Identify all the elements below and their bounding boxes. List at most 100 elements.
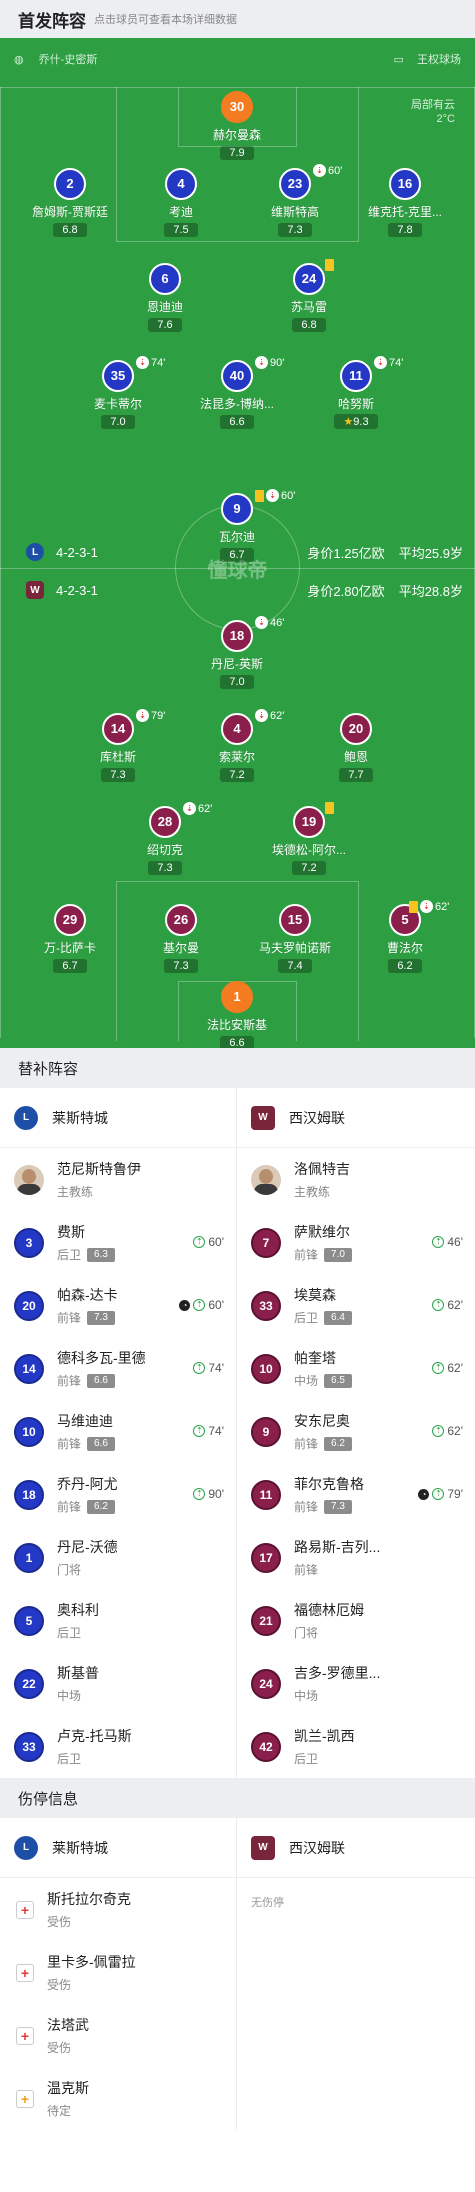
player-position: 后卫 [57, 1248, 82, 1262]
sub-player-row[interactable]: 1 丹尼-沃德 门将 [0, 1526, 236, 1589]
home-injury-column: L 莱斯特城 + 斯托拉尔奇克 受伤 + 里卡多-佩雷拉 受伤 + 法塔武 受伤 + 温克斯 待定 [0, 1818, 237, 2130]
player-home-dm2[interactable]: 24 苏马雷 6.8 [253, 259, 365, 333]
westham-badge-icon: W [26, 581, 44, 599]
player-name: 温克斯 [47, 2080, 89, 2096]
sub-off-icon: ⇣ [136, 709, 149, 722]
player-away-dm1[interactable]: 28 ⇣ 62' 绍切克 7.3 [109, 802, 221, 876]
home-coach[interactable]: 范尼斯特鲁伊 主教练 [0, 1148, 236, 1211]
sub-player-row[interactable]: 9 安东尼奥 前锋 6.2 ⇡ 62' [237, 1400, 475, 1463]
player-name: 凯兰-凯西 [294, 1728, 355, 1744]
sub-player-row[interactable]: 10 帕奎塔 中场 6.5 ⇡ 62' [237, 1337, 475, 1400]
player-home-dm1[interactable]: 6 恩迪迪 7.6 [109, 263, 221, 333]
sub-on-icon: ⇡ [193, 1425, 206, 1437]
away-team-row: W 西汉姆联 [237, 1818, 475, 1878]
shirt-number: 4 [165, 168, 197, 200]
injury-row[interactable]: + 法塔武 受伤 [0, 2004, 236, 2067]
referee: ◍ 乔什-史密斯 [14, 54, 98, 66]
sub-on-icon: ⇡ [432, 1425, 445, 1437]
sub-off-icon: ⇣ [266, 489, 279, 502]
sub-event: ⇡ 74' [193, 1424, 224, 1438]
shirt-number: 17 [251, 1542, 281, 1573]
player-away-am3[interactable]: 20 鲍恩 7.7 [300, 713, 412, 783]
sub-event: ⇡ 62' [432, 1424, 463, 1438]
sub-event: ⇡ 90' [193, 1487, 224, 1501]
player-name: 赫尔曼森 [212, 128, 261, 142]
player-rating: 7.9 [220, 146, 254, 160]
player-away-rb[interactable]: 29 万-比萨卡 6.7 [14, 904, 126, 974]
player-name: 卢克-托马斯 [57, 1728, 132, 1744]
leicester-badge-icon: L [14, 1105, 38, 1130]
shirt-number: 9 [221, 493, 253, 525]
player-home-cb2[interactable]: 23 ⇣ 60' 维斯特高 7.3 [239, 164, 351, 238]
sub-event: ◔ ⇡ 79' [418, 1487, 463, 1501]
sub-player-row[interactable]: 3 费斯 后卫 6.3 ⇡ 60' [0, 1211, 236, 1274]
away-subs-column: W 西汉姆联 洛佩特吉 主教练 7 萨默维尔 前锋 7.0 ⇡ 46' 33 埃莫森 后卫 6.4 ⇡ 6… [237, 1088, 475, 1778]
player-away-am2[interactable]: 4 ⇣ 62' 索莱尔 7.2 [181, 709, 293, 783]
sub-player-row[interactable]: 18 乔丹-阿尤 前锋 6.2 ⇡ 90' [0, 1463, 236, 1526]
sub-player-row[interactable]: 10 马维迪迪 前锋 6.6 ⇡ 74' [0, 1400, 236, 1463]
player-rating: 6.6 [220, 1036, 254, 1048]
sub-player-row[interactable]: 21 福德林厄姆 门将 [237, 1589, 475, 1652]
player-home-rb[interactable]: 2 詹姆斯-贾斯廷 6.8 [14, 168, 126, 238]
player-rating: 7.3 [278, 223, 312, 237]
player-home-gk[interactable]: 30 赫尔曼森 7.9 [181, 91, 293, 161]
player-away-dm2[interactable]: 19 埃德松-阿尔... 7.2 [253, 802, 365, 876]
player-name: 安东尼奥 [294, 1413, 350, 1429]
player-name: 万-比萨卡 [44, 941, 96, 955]
player-home-lb[interactable]: 16 维克托-克里... 7.8 [349, 168, 461, 238]
sub-player-row[interactable]: 33 卢克-托马斯 后卫 [0, 1715, 236, 1778]
player-rating: 6.6 [220, 415, 254, 429]
player-name: 萨默维尔 [294, 1224, 350, 1240]
player-home-am2[interactable]: 40 ⇣ 90' 法昆多-博纳... 6.6 [181, 356, 293, 430]
sub-event: ⇣ 62' [255, 709, 284, 722]
player-away-cb2[interactable]: 15 马夫罗帕诺斯 7.4 [239, 904, 351, 974]
whistle-icon: ◍ [14, 54, 24, 66]
player-home-cb1[interactable]: 4 考迪 7.5 [125, 168, 237, 238]
sub-player-row[interactable]: 17 路易斯-吉列... 前锋 [237, 1526, 475, 1589]
medical-kit-icon: + [16, 2026, 34, 2045]
injury-status: 受伤 [47, 1915, 72, 1929]
sub-player-row[interactable]: 11 菲尔克鲁格 前锋 7.3 ◔ ⇡ 79' [237, 1463, 475, 1526]
player-home-am3[interactable]: 11 ⇣ 74' 哈努斯 ★9.3 [300, 356, 412, 430]
sub-player-row[interactable]: 22 斯基普 中场 [0, 1652, 236, 1715]
player-name: 路易斯-吉列... [294, 1539, 381, 1555]
player-away-gk[interactable]: 1 法比安斯基 6.6 [181, 981, 293, 1048]
player-away-lb[interactable]: 5 ⇣ 62' 曹法尔 6.2 [349, 900, 461, 974]
injury-row[interactable]: + 斯托拉尔奇克 受伤 [0, 1878, 236, 1941]
player-name: 法比安斯基 [206, 1018, 267, 1032]
sub-player-row[interactable]: 24 吉多-罗德里... 中场 [237, 1652, 475, 1715]
player-name: 埃莫森 [294, 1287, 336, 1303]
goal-icon: ◔ [418, 1488, 430, 1500]
sub-off-icon: ⇣ [255, 356, 268, 369]
player-name: 德科多瓦-里德 [57, 1350, 146, 1366]
sub-player-row[interactable]: 42 凯兰-凯西 后卫 [237, 1715, 475, 1778]
player-rating: 6.7 [53, 959, 87, 973]
injury-row[interactable]: + 里卡多-佩雷拉 受伤 [0, 1941, 236, 2004]
weather-label: 局部有云 [411, 99, 455, 111]
weather: 局部有云 2°C [411, 98, 455, 126]
shirt-number: 14 [14, 1353, 44, 1384]
injury-section-title: 伤停信息 [0, 1778, 475, 1818]
injury-row[interactable]: + 温克斯 待定 [0, 2067, 236, 2130]
shirt-number: 19 [293, 806, 325, 838]
shirt-number: 11 [340, 360, 372, 392]
player-name: 瓦尔迪 [218, 530, 255, 544]
player-away-cb1[interactable]: 26 基尔曼 7.3 [125, 904, 237, 974]
player-name: 维斯特高 [270, 205, 319, 219]
sub-player-row[interactable]: 20 帕森-达卡 前锋 7.3 ◔ ⇡ 60' [0, 1274, 236, 1337]
player-away-am1[interactable]: 14 ⇣ 79' 库杜斯 7.3 [62, 709, 174, 783]
leicester-badge-icon: L [26, 543, 44, 561]
player-position: 中场 [294, 1689, 319, 1703]
sub-player-row[interactable]: 5 奥科利 后卫 [0, 1589, 236, 1652]
shirt-number: 11 [251, 1479, 281, 1510]
injury-status: 待定 [47, 2104, 72, 2118]
sub-player-row[interactable]: 7 萨默维尔 前锋 7.0 ⇡ 46' [237, 1211, 475, 1274]
sub-player-row[interactable]: 14 德科多瓦-里德 前锋 6.6 ⇡ 74' [0, 1337, 236, 1400]
player-name: 考迪 [168, 205, 193, 219]
shirt-number: 10 [251, 1353, 281, 1384]
player-home-am1[interactable]: 35 ⇣ 74' 麦卡蒂尔 7.0 [62, 356, 174, 430]
sub-player-row[interactable]: 33 埃莫森 后卫 6.4 ⇡ 62' [237, 1274, 475, 1337]
player-away-st[interactable]: 18 ⇣ 46' 丹尼-英斯 7.0 [181, 616, 293, 690]
away-coach[interactable]: 洛佩特吉 主教练 [237, 1148, 475, 1211]
player-home-st[interactable]: 9 ⇣ 60' 瓦尔迪 6.7 [181, 489, 295, 563]
